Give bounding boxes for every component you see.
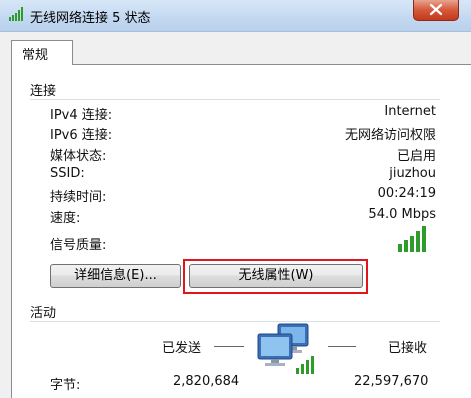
connection-divider: [30, 99, 440, 100]
ssid-label: SSID:: [50, 166, 85, 181]
sent-dash: [214, 346, 244, 347]
title-bar[interactable]: 无线网络连接 5 状态: [0, 0, 471, 32]
wifi-signal-icon: [9, 7, 23, 21]
signal-quality-label: 信号质量:: [50, 238, 107, 253]
network-computers-icon: [257, 323, 314, 374]
ipv6-value: 无网络访问权限: [344, 128, 436, 143]
ipv6-label: IPv6 连接:: [50, 128, 113, 143]
sent-label: 已发送: [162, 341, 202, 356]
bytes-label: 字节:: [50, 378, 81, 393]
tab-general[interactable]: 常规: [11, 40, 73, 65]
media-state-label: 媒体状态:: [50, 149, 107, 164]
close-icon: [429, 3, 443, 16]
ssid-value: jiuzhou: [389, 166, 436, 181]
highlight-box: [183, 259, 368, 294]
activity-divider: [30, 321, 440, 322]
duration-label: 持续时间:: [50, 190, 107, 205]
bytes-received-value: 22,597,670: [354, 374, 429, 389]
bytes-sent-value: 2,820,684: [173, 374, 240, 389]
ipv4-value: Internet: [384, 104, 436, 119]
close-button[interactable]: [413, 0, 459, 21]
received-dash: [328, 346, 356, 347]
speed-value: 54.0 Mbps: [368, 207, 436, 222]
duration-value: 00:24:19: [377, 186, 436, 201]
speed-label: 速度:: [50, 211, 81, 226]
connection-heading: 连接: [30, 84, 57, 99]
ipv4-label: IPv4 连接:: [50, 108, 113, 123]
activity-heading: 活动: [30, 306, 57, 321]
tab-general-label: 常规: [22, 48, 49, 63]
details-button[interactable]: 详细信息(E)...: [50, 264, 181, 288]
media-state-value: 已启用: [396, 149, 436, 164]
window-title: 无线网络连接 5 状态: [30, 11, 151, 26]
received-label: 已接收: [388, 341, 428, 356]
signal-strength-icon: [398, 226, 426, 252]
